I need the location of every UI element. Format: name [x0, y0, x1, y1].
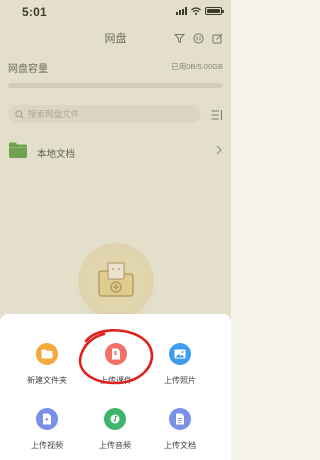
courseware-icon [105, 343, 127, 365]
document-icon [169, 408, 191, 430]
new-folder-button[interactable]: 新建文件夹 [12, 343, 82, 393]
upload-audio-button[interactable]: 上传音频 [80, 408, 150, 458]
folder-icon [36, 343, 58, 365]
upload-photo-button[interactable]: 上传照片 [145, 343, 215, 393]
action-label: 上传课件 [100, 376, 132, 385]
action-label: 上传照片 [164, 376, 196, 385]
action-label: 新建文件夹 [27, 376, 67, 385]
photo-icon [169, 343, 191, 365]
music-icon [104, 408, 126, 430]
upload-video-button[interactable]: 上传视频 [12, 408, 82, 458]
upload-document-button[interactable]: 上传文档 [145, 408, 215, 458]
action-label: 上传文档 [164, 441, 196, 450]
action-label: 上传视频 [31, 441, 63, 450]
video-icon [36, 408, 58, 430]
cloud-drive-screen: 5:01 网盘 网盘容量 已用0B/5.00GB 搜索网盘文件 本地文档 新建文… [0, 0, 231, 460]
upload-action-sheet: 新建文件夹 上传课件 上传照片 上传视频 上传音频 上传文档 [0, 314, 231, 460]
upload-courseware-button[interactable]: 上传课件 [81, 343, 151, 393]
action-label: 上传音频 [99, 441, 131, 450]
